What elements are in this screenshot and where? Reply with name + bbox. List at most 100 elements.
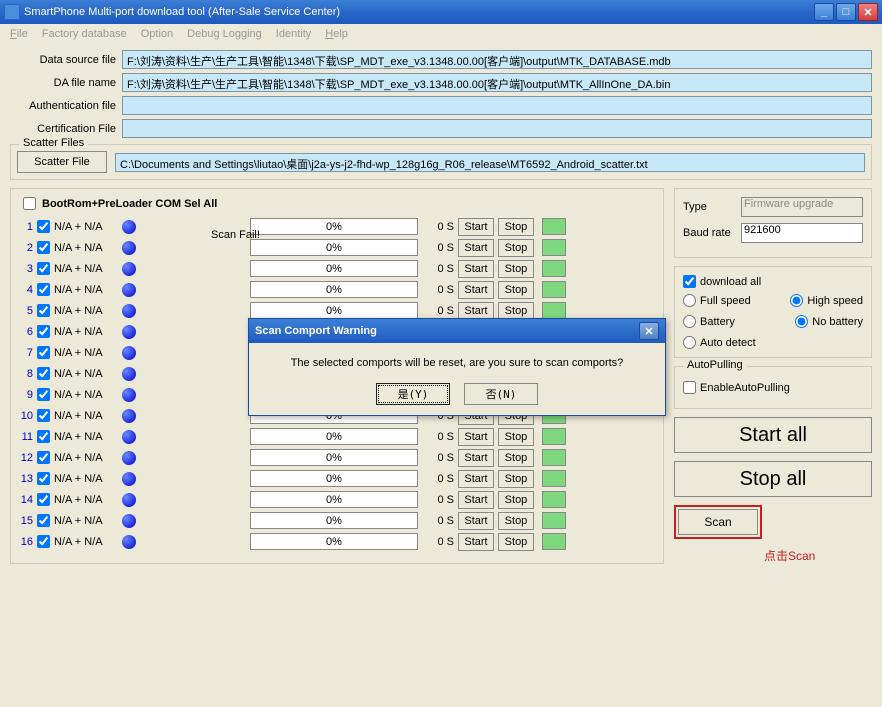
status-dot-icon bbox=[122, 535, 136, 549]
start-button[interactable]: Start bbox=[458, 281, 494, 299]
cert-file-input[interactable] bbox=[122, 119, 872, 138]
menu-help[interactable]: Help bbox=[319, 26, 354, 42]
port-number: 16 bbox=[19, 536, 33, 548]
auto-detect-label: Auto detect bbox=[700, 337, 756, 349]
stop-button[interactable]: Stop bbox=[498, 218, 534, 236]
port-checkbox[interactable] bbox=[37, 514, 50, 527]
data-source-input[interactable]: F:\刘涛\资料\生产\生产工具\智能\1348\下载\SP_MDT_exe_v… bbox=[122, 50, 872, 69]
bootrom-checkbox[interactable] bbox=[23, 197, 36, 210]
dialog-titlebar[interactable]: Scan Comport Warning ✕ bbox=[249, 319, 665, 343]
port-checkbox[interactable] bbox=[37, 493, 50, 506]
high-speed-radio[interactable] bbox=[790, 294, 803, 307]
stop-button[interactable]: Stop bbox=[498, 449, 534, 467]
port-row: 13N/A + N/A0 SStartStop bbox=[19, 468, 655, 489]
menu-file[interactable]: File bbox=[4, 26, 34, 42]
auto-detect-radio[interactable] bbox=[683, 336, 696, 349]
stop-button[interactable]: Stop bbox=[498, 533, 534, 551]
baud-select[interactable]: 921600 bbox=[741, 223, 863, 243]
progress-input[interactable] bbox=[250, 491, 418, 508]
da-file-input[interactable]: F:\刘涛\资料\生产\生产工具\智能\1348\下载\SP_MDT_exe_v… bbox=[122, 73, 872, 92]
scatter-file-button[interactable]: Scatter File bbox=[17, 151, 107, 173]
progress-input[interactable] bbox=[250, 260, 418, 277]
download-all-checkbox[interactable] bbox=[683, 275, 696, 288]
maximize-button[interactable]: □ bbox=[836, 3, 856, 21]
start-button[interactable]: Start bbox=[458, 533, 494, 551]
menu-factory-database[interactable]: Factory database bbox=[36, 26, 133, 42]
port-number: 8 bbox=[19, 368, 33, 380]
type-select[interactable]: Firmware upgrade bbox=[741, 197, 863, 217]
start-button[interactable]: Start bbox=[458, 239, 494, 257]
scan-button[interactable]: Scan bbox=[678, 509, 758, 535]
status-indicator bbox=[542, 470, 566, 487]
minimize-button[interactable]: _ bbox=[814, 3, 834, 21]
progress-input[interactable] bbox=[250, 428, 418, 445]
stop-button[interactable]: Stop bbox=[498, 491, 534, 509]
stop-button[interactable]: Stop bbox=[498, 239, 534, 257]
scatter-file-input[interactable]: C:\Documents and Settings\liutao\桌面\j2a-… bbox=[115, 153, 865, 172]
autopulling-group-label: AutoPulling bbox=[683, 359, 747, 371]
battery-radio[interactable] bbox=[683, 315, 696, 328]
status-indicator bbox=[542, 260, 566, 277]
port-checkbox[interactable] bbox=[37, 388, 50, 401]
time-label: 0 S bbox=[422, 515, 454, 527]
stop-button[interactable]: Stop bbox=[498, 428, 534, 446]
enable-autopulling-checkbox[interactable] bbox=[683, 381, 696, 394]
port-checkbox[interactable] bbox=[37, 472, 50, 485]
port-checkbox[interactable] bbox=[37, 346, 50, 359]
menu-debug-logging[interactable]: Debug Logging bbox=[181, 26, 268, 42]
stop-button[interactable]: Stop bbox=[498, 470, 534, 488]
progress-input[interactable] bbox=[250, 281, 418, 298]
type-label: Type bbox=[683, 201, 737, 213]
port-checkbox[interactable] bbox=[37, 535, 50, 548]
port-checkbox[interactable] bbox=[37, 241, 50, 254]
port-row: 11N/A + N/A0 SStartStop bbox=[19, 426, 655, 447]
port-checkbox[interactable] bbox=[37, 283, 50, 296]
port-number: 3 bbox=[19, 263, 33, 275]
menu-option[interactable]: Option bbox=[135, 26, 179, 42]
port-checkbox[interactable] bbox=[37, 304, 50, 317]
full-speed-radio[interactable] bbox=[683, 294, 696, 307]
status-dot-icon bbox=[122, 472, 136, 486]
dialog-yes-button[interactable]: 是(Y) bbox=[376, 383, 450, 405]
start-button[interactable]: Start bbox=[458, 491, 494, 509]
stop-all-button[interactable]: Stop all bbox=[674, 461, 872, 497]
progress-input[interactable] bbox=[250, 449, 418, 466]
port-checkbox[interactable] bbox=[37, 409, 50, 422]
progress-input[interactable] bbox=[250, 218, 418, 235]
start-button[interactable]: Start bbox=[458, 260, 494, 278]
port-checkbox[interactable] bbox=[37, 430, 50, 443]
dialog-close-button[interactable]: ✕ bbox=[639, 322, 659, 340]
start-button[interactable]: Start bbox=[458, 428, 494, 446]
dialog-no-button[interactable]: 否(N) bbox=[464, 383, 538, 405]
start-all-button[interactable]: Start all bbox=[674, 417, 872, 453]
port-checkbox[interactable] bbox=[37, 220, 50, 233]
port-checkbox[interactable] bbox=[37, 367, 50, 380]
scan-note: 点击Scan bbox=[764, 547, 872, 564]
menu-identity[interactable]: Identity bbox=[270, 26, 317, 42]
stop-button[interactable]: Stop bbox=[498, 260, 534, 278]
high-speed-label: High speed bbox=[807, 295, 863, 307]
progress-input[interactable] bbox=[250, 302, 418, 319]
progress-input[interactable] bbox=[250, 239, 418, 256]
port-number: 10 bbox=[19, 410, 33, 422]
port-checkbox[interactable] bbox=[37, 262, 50, 275]
progress-input[interactable] bbox=[250, 512, 418, 529]
stop-button[interactable]: Stop bbox=[498, 512, 534, 530]
port-checkbox[interactable] bbox=[37, 451, 50, 464]
stop-button[interactable]: Stop bbox=[498, 281, 534, 299]
start-button[interactable]: Start bbox=[458, 470, 494, 488]
port-checkbox[interactable] bbox=[37, 325, 50, 338]
progress-input[interactable] bbox=[250, 533, 418, 550]
stop-button[interactable]: Stop bbox=[498, 302, 534, 320]
start-button[interactable]: Start bbox=[458, 218, 494, 236]
auth-file-input[interactable] bbox=[122, 96, 872, 115]
start-button[interactable]: Start bbox=[458, 302, 494, 320]
start-button[interactable]: Start bbox=[458, 512, 494, 530]
time-label: 0 S bbox=[422, 536, 454, 548]
start-button[interactable]: Start bbox=[458, 449, 494, 467]
close-button[interactable]: ✕ bbox=[858, 3, 878, 21]
port-number: 5 bbox=[19, 305, 33, 317]
progress-input[interactable] bbox=[250, 470, 418, 487]
no-battery-radio[interactable] bbox=[795, 315, 808, 328]
options-group: download all Full speed High speed Batte… bbox=[674, 266, 872, 358]
